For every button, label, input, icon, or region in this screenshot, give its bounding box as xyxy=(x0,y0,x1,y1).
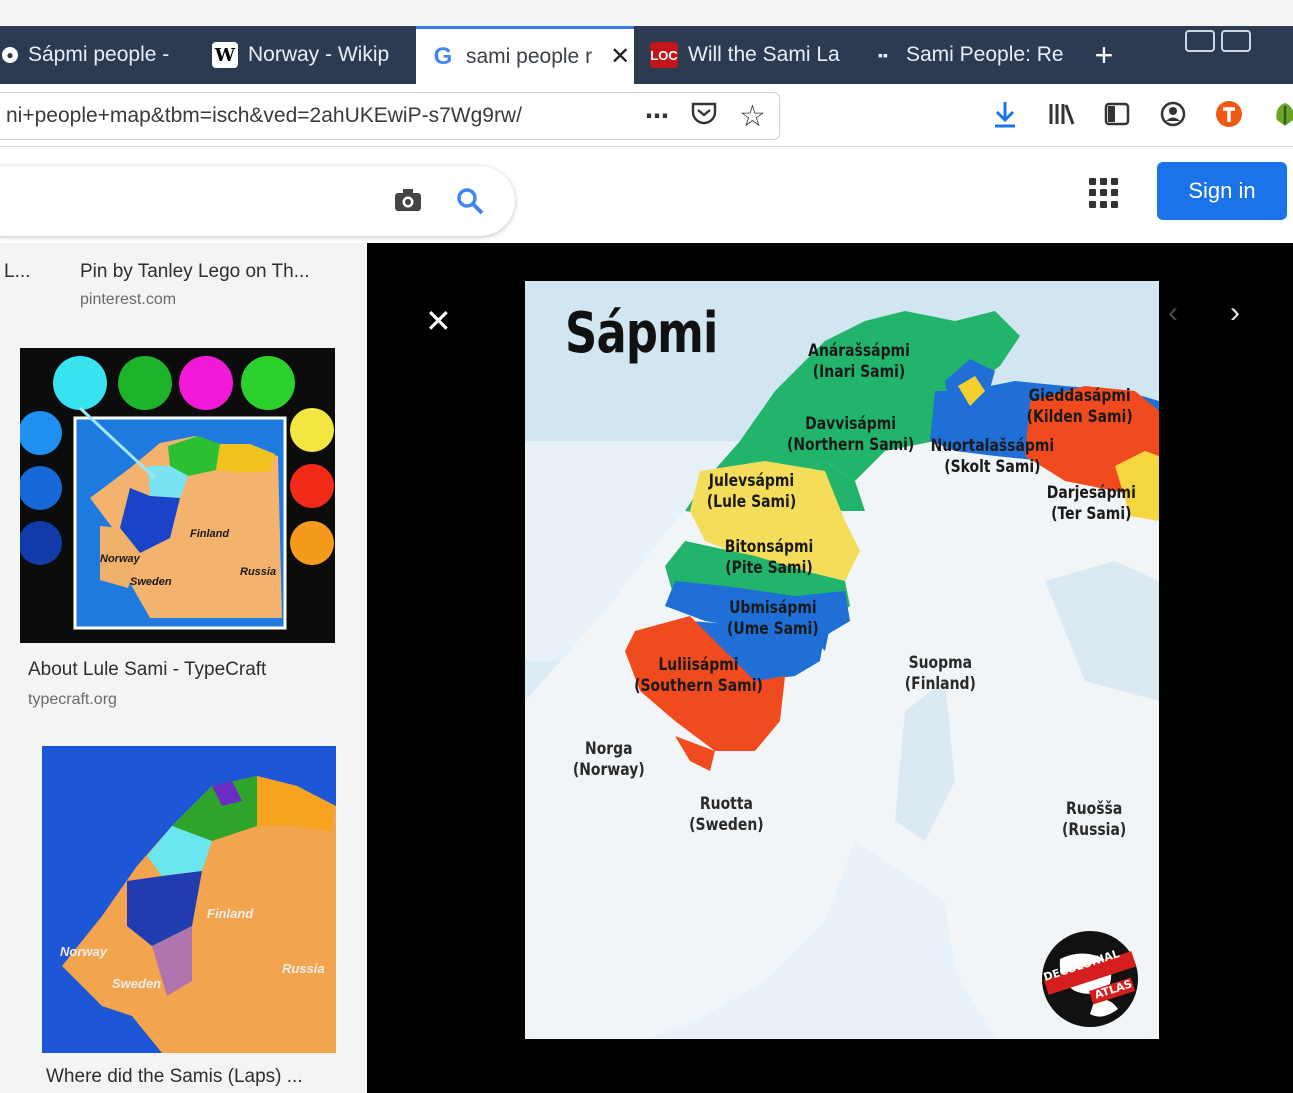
thumb-label-sweden: Sweden xyxy=(130,576,172,588)
thumb-label-russia: Russia xyxy=(282,961,325,976)
country-name: Ruotta xyxy=(699,794,753,814)
country-label-sweden: Ruotta (Sweden) xyxy=(689,794,763,836)
region-label-ter: Darjesápmi (Ter Sami) xyxy=(1047,483,1136,525)
region-subtitle: (Lule Sami) xyxy=(706,492,797,512)
camera-icon[interactable] xyxy=(393,186,423,219)
tab-norway-wikipedia[interactable]: W Norway - Wikip xyxy=(198,26,414,84)
country-subtitle: (Sweden) xyxy=(689,815,764,835)
region-subtitle: (Ter Sami) xyxy=(1051,504,1132,524)
tab-label: Norway - Wikip xyxy=(248,43,390,66)
tab-label: Sami People: Re xyxy=(906,43,1064,66)
region-name: Nuortalašsápmi xyxy=(930,436,1055,456)
country-subtitle: (Norway) xyxy=(572,760,645,780)
thumb-label-finland: Finland xyxy=(190,528,230,540)
restore-button[interactable] xyxy=(1221,30,1251,52)
extension-t-icon[interactable] xyxy=(1214,99,1244,129)
result-source[interactable]: pinterest.com xyxy=(80,291,176,309)
region-name: Darjesápmi xyxy=(1046,483,1136,503)
google-icon: G xyxy=(433,42,453,70)
wikipedia-icon: W xyxy=(212,42,238,68)
region-subtitle: (Pite Sami) xyxy=(725,558,813,578)
country-subtitle: (Finland) xyxy=(904,674,976,694)
account-icon[interactable] xyxy=(1158,99,1188,129)
result-title[interactable]: About Lule Sami - TypeCraft xyxy=(28,659,266,681)
map-title: Sápmi xyxy=(565,301,718,366)
close-preview-button[interactable]: ✕ xyxy=(425,302,453,339)
thumb-label-sweden: Sweden xyxy=(112,976,162,991)
result-source[interactable]: typecraft.org xyxy=(28,691,117,709)
thumb-label-norway: Norway xyxy=(60,944,107,959)
tab-sami-people-google[interactable]: G sami people r ✕ xyxy=(416,26,634,84)
previous-image-button[interactable]: ‹ xyxy=(1168,296,1178,330)
globe-icon: ● xyxy=(2,47,18,63)
region-label-ume: Ubmisápmi (Ume Sami) xyxy=(727,598,819,640)
apps-grid-icon[interactable] xyxy=(1089,178,1119,208)
region-subtitle: (Inari Sami) xyxy=(812,362,906,382)
country-name: Ruošša xyxy=(1066,799,1123,819)
country-label-finland: Suopma (Finland) xyxy=(905,653,976,695)
region-name: Gieddasápmi xyxy=(1028,386,1131,406)
region-name: Davvisápmi xyxy=(805,414,897,434)
decolonial-atlas-logo: DECOLONIAL ATLAS xyxy=(1040,929,1140,1029)
download-icon[interactable] xyxy=(990,99,1020,129)
tab-sami-language[interactable]: LOC Will the Sami La xyxy=(636,26,852,84)
bookmark-star-icon[interactable]: ☆ xyxy=(739,99,766,134)
result-title[interactable]: Pin by Tanley Lego on Th... xyxy=(80,261,310,283)
region-label-skolt: Nuortalašsápmi (Skolt Sami) xyxy=(931,436,1055,478)
region-subtitle: (Southern Sami) xyxy=(634,676,763,696)
sapmi-map-image[interactable]: Sápmi Anárašsápmi (Inari Sami) Davvisápmi… xyxy=(525,281,1159,1039)
thumb-label-norway: Norway xyxy=(100,553,140,565)
region-subtitle: (Ume Sami) xyxy=(727,619,819,639)
region-label-southern: Luliisápmi (Southern Sami) xyxy=(634,655,763,697)
more-actions-icon[interactable]: ⋯ xyxy=(645,102,669,131)
search-box[interactable] xyxy=(0,166,515,236)
country-subtitle: (Russia) xyxy=(1062,820,1127,840)
region-name: Luliisápmi xyxy=(658,655,739,675)
close-tab-icon[interactable]: ✕ xyxy=(610,42,630,71)
search-icon[interactable] xyxy=(455,186,485,221)
country-name: Norga xyxy=(585,739,633,759)
thumb-label-finland: Finland xyxy=(207,906,254,921)
sidebar-icon[interactable] xyxy=(1102,99,1132,129)
window-controls xyxy=(1185,30,1290,58)
library-icon[interactable] xyxy=(1046,99,1076,129)
region-label-pite: Bitonsápmi (Pite Sami) xyxy=(725,537,814,579)
site-icon: ▪▪ xyxy=(878,47,888,63)
extension-leaf-icon[interactable] xyxy=(1270,99,1293,129)
region-subtitle: (Kilden Sami) xyxy=(1026,407,1133,427)
page-actions: ⋯ ☆ xyxy=(645,99,766,134)
new-tab-button[interactable]: + xyxy=(1082,26,1126,84)
region-label-kilden: Gieddasápmi (Kilden Sami) xyxy=(1027,386,1133,428)
region-label-inari: Anárašsápmi (Inari Sami) xyxy=(808,341,910,383)
region-subtitle: (Skolt Sami) xyxy=(944,457,1041,477)
region-name: Anárašsápmi xyxy=(808,341,910,361)
region-subtitle: (Northern Sami) xyxy=(786,435,915,455)
region-name: Julevsápmi xyxy=(708,471,795,491)
url-text[interactable]: ni+people+map&tbm=isch&ved=2ahUKEwiP-s7W… xyxy=(6,104,522,128)
pocket-icon[interactable] xyxy=(691,101,717,132)
country-label-norway: Norga (Norway) xyxy=(573,739,645,781)
minimize-button[interactable] xyxy=(1185,30,1215,52)
next-image-button[interactable]: › xyxy=(1230,296,1240,330)
region-name: Ubmisápmi xyxy=(729,598,817,618)
region-label-northern: Davvisápmi (Northern Sami) xyxy=(787,414,914,456)
thumb-label-russia: Russia xyxy=(240,566,277,578)
tab-label: sami people r xyxy=(466,44,593,68)
tab-label: Will the Sami La xyxy=(688,43,840,66)
region-label-lule: Julevsápmi (Lule Sami) xyxy=(707,471,796,513)
result-title[interactable]: Where did the Samis (Laps) ... xyxy=(46,1066,303,1088)
result-thumbnail-samis[interactable]: Finland Norway Sweden Russia xyxy=(42,746,336,1053)
result-prefix[interactable]: L... xyxy=(4,261,30,283)
browser-toolbar xyxy=(990,99,1293,129)
country-label-russia: Ruošša (Russia) xyxy=(1062,799,1126,841)
tab-label: Sápmi people - xyxy=(28,43,170,66)
image-results-column: L... Pin by Tanley Lego on Th... pintere… xyxy=(0,243,367,1093)
result-thumbnail-lule-sami[interactable]: Finland Norway Sweden Russia xyxy=(20,348,335,643)
tab-sapmi-people[interactable]: ● Sápmi people - xyxy=(0,26,196,84)
tab-sami-people-re[interactable]: ▪▪ Sami People: Re xyxy=(856,26,1076,84)
sign-in-button[interactable]: Sign in xyxy=(1157,162,1287,220)
region-name: Bitonsápmi xyxy=(724,537,814,557)
country-name: Suopma xyxy=(908,653,973,673)
loc-icon: LOC xyxy=(650,42,678,68)
